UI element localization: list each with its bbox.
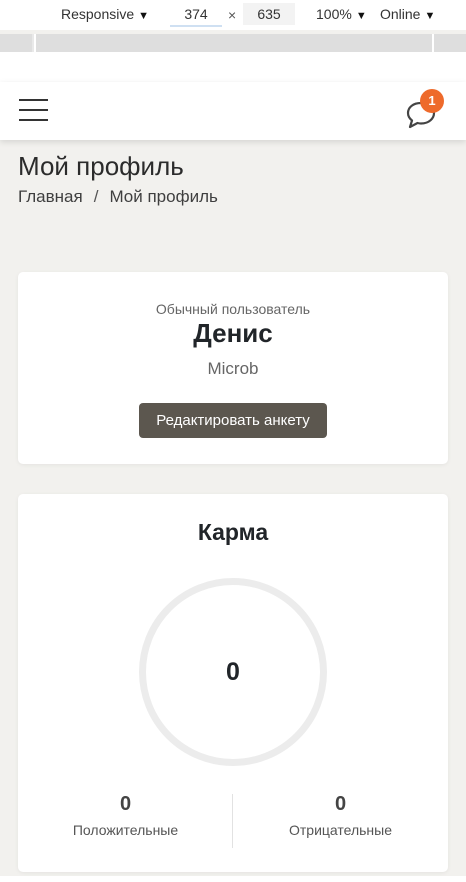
site-header: 1 [0,82,466,140]
karma-positive-value: 0 [119,793,132,815]
device-select[interactable]: Responsive ▼ [61,6,149,22]
breadcrumb-current: Мой профиль [109,187,218,206]
edit-profile-button[interactable]: Редактировать анкету [139,403,327,438]
karma-ring: 0 [139,578,327,766]
profile-card: Обычный пользователь Денис Microb Редакт… [18,272,448,464]
bottom-edge [0,876,466,882]
dimension-times-icon: × [228,7,237,23]
karma-negative-value: 0 [334,793,347,815]
user-role: Обычный пользователь [155,301,311,317]
karma-title: Карма [197,519,269,545]
karma-card: Карма 0 0 Положительные 0 Отрицательные [18,494,448,872]
karma-positive-label: Положительные [72,822,179,838]
network-caret-icon: ▼ [424,10,436,22]
media-query-segment[interactable] [432,34,466,52]
karma-negative-label: Отрицательные [288,822,393,838]
notification-badge: 1 [420,89,444,113]
messages-button[interactable]: 1 [406,89,446,130]
devtools-toolbar: Responsive▼ × 100%▼ Online▼ [0,0,466,30]
user-login: Microb [207,359,259,378]
zoom-select[interactable]: 100% ▼ [316,6,367,22]
page-title: Мой профиль [18,151,184,181]
user-name: Денис [193,318,273,348]
media-query-bar[interactable] [0,34,466,52]
breadcrumb-separator: / [93,187,99,206]
zoom-caret-icon: ▼ [355,10,367,22]
breadcrumb-home-link[interactable]: Главная [18,187,83,206]
device-select-label: Responsive [61,6,135,22]
hamburger-menu-icon[interactable] [19,99,48,121]
zoom-select-label: 100% [316,6,352,22]
karma-positive: 0 Положительные [18,793,233,838]
viewport-width-input[interactable] [170,3,222,27]
media-query-segment[interactable] [34,34,432,52]
karma-negative: 0 Отрицательные [233,793,448,838]
breadcrumb: Главная / Мой профиль [18,187,218,207]
media-query-segment[interactable] [0,34,32,52]
viewport-top-area [0,52,466,82]
viewport-height-input[interactable] [243,3,295,25]
network-select-label: Online [380,6,421,22]
karma-value: 0 [226,658,240,686]
device-caret-icon: ▼ [138,10,150,22]
network-throttle-select[interactable]: Online ▼ [380,6,435,22]
